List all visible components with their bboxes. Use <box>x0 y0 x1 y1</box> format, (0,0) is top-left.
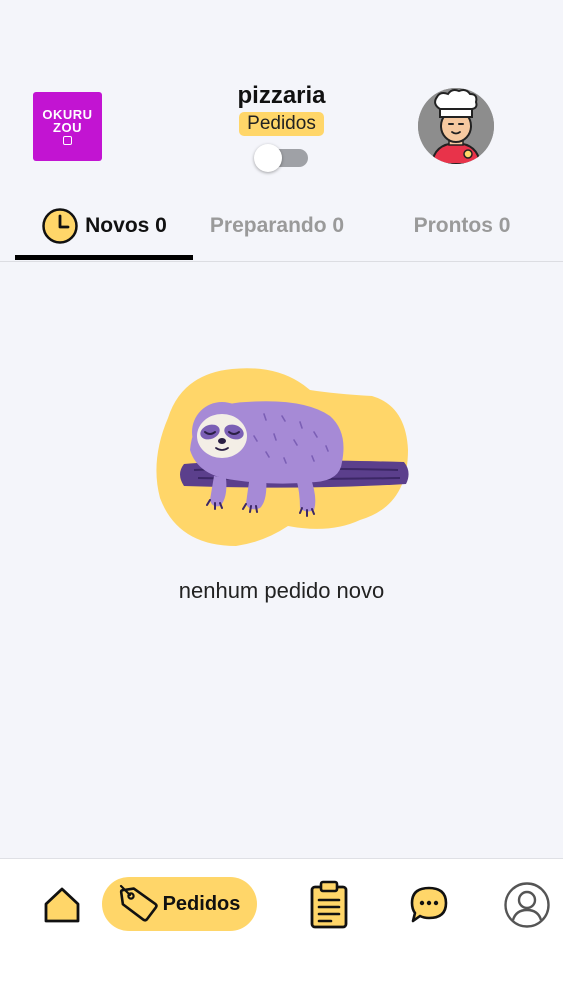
nav-pedidos[interactable]: Pedidos <box>102 877 257 931</box>
home-icon <box>44 887 80 923</box>
nav-home[interactable] <box>40 883 84 927</box>
bottom-navigation: Pedidos <box>0 858 563 1000</box>
chef-icon <box>418 88 494 164</box>
store-open-toggle[interactable] <box>254 144 310 172</box>
nav-pedidos-label: Pedidos <box>162 892 241 915</box>
active-tab-indicator <box>15 255 193 260</box>
bag-icon <box>63 136 72 145</box>
tab-preparando[interactable]: Preparando 0 <box>193 190 361 262</box>
tab-prontos-label: Prontos 0 <box>413 214 511 237</box>
profile-icon <box>504 882 550 928</box>
app-header: OKURU ZOU pizzaria Pedidos <box>0 0 563 200</box>
price-tag-icon <box>119 884 158 922</box>
section-badge: Pedidos <box>239 112 324 136</box>
clock-icon <box>41 207 79 245</box>
chef-avatar[interactable] <box>418 88 494 164</box>
tab-prontos[interactable]: Prontos 0 <box>361 190 563 262</box>
nav-orders-list[interactable] <box>306 879 352 931</box>
tab-novos[interactable]: Novos 0 <box>15 190 193 262</box>
sleeping-sloth-illustration <box>154 366 410 548</box>
tab-novos-label: Novos 0 <box>85 214 167 237</box>
tab-preparando-label: Preparando 0 <box>209 214 345 237</box>
nav-profile[interactable] <box>503 881 551 929</box>
empty-state-message: nenhum pedido novo <box>178 578 385 603</box>
nav-chat[interactable] <box>407 883 451 927</box>
chat-icon <box>410 886 448 923</box>
clipboard-icon <box>310 880 348 929</box>
toggle-knob <box>254 144 282 172</box>
order-status-tabs: Novos 0 Preparando 0 Prontos 0 <box>0 190 563 262</box>
